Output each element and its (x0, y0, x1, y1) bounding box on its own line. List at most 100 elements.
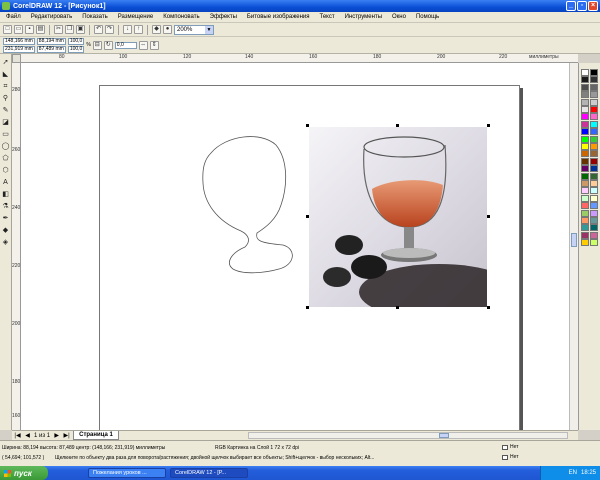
color-swatch[interactable] (581, 83, 589, 91)
color-swatch[interactable] (590, 91, 598, 99)
menu-effects[interactable]: Эффекты (206, 14, 241, 20)
color-swatch[interactable] (590, 83, 598, 91)
color-swatch[interactable] (581, 113, 589, 121)
vertical-scroll-thumb[interactable] (571, 233, 577, 247)
menu-file[interactable]: Файл (2, 14, 25, 20)
rectangle-tool-icon[interactable]: ▭ (1, 130, 10, 139)
smart-fill-tool-icon[interactable]: ◪ (1, 118, 10, 127)
color-swatch[interactable] (590, 217, 598, 224)
ruler-origin[interactable] (12, 54, 21, 63)
save-icon[interactable]: ▪ (25, 25, 34, 34)
color-swatch[interactable] (590, 239, 598, 247)
vertical-ruler[interactable]: 280 260 240 220 200 180 160 (12, 63, 21, 430)
scale-y-field[interactable]: 100,0 (67, 45, 85, 53)
minimize-button[interactable]: _ (566, 1, 576, 11)
open-folder-icon[interactable]: ▭ (14, 25, 23, 34)
polygon-tool-icon[interactable]: ⬠ (1, 154, 10, 163)
selection-handle-sw[interactable] (306, 306, 309, 309)
application-launcher-icon[interactable]: ◆ (152, 25, 161, 34)
selection-handle-w[interactable] (306, 215, 309, 218)
color-swatch[interactable] (590, 180, 598, 187)
scale-x-field[interactable]: 100,0 (67, 37, 85, 45)
lock-ratio-icon[interactable]: ⊟ (92, 40, 102, 50)
outline-tool-icon[interactable]: ✒ (1, 214, 10, 223)
corel-online-icon[interactable]: ● (163, 25, 172, 34)
color-swatch[interactable] (581, 91, 589, 99)
last-page-button[interactable]: ▶| (63, 432, 70, 439)
first-page-button[interactable]: |◀ (14, 432, 21, 439)
color-swatch[interactable] (590, 187, 598, 195)
glass-outline-shape[interactable] (202, 136, 293, 274)
color-swatch[interactable] (590, 209, 598, 217)
selection-handle-e[interactable] (487, 215, 490, 218)
color-swatch[interactable] (581, 106, 589, 113)
basic-shapes-tool-icon[interactable]: ⬡ (1, 166, 10, 175)
fill-indicator[interactable]: Нет (502, 444, 519, 450)
shape-tool-icon[interactable]: ◣ (1, 70, 10, 79)
copy-icon[interactable]: ❐ (65, 25, 74, 34)
horizontal-scrollbar[interactable] (248, 432, 568, 439)
menu-view[interactable]: Показать (78, 14, 112, 20)
color-swatch[interactable] (590, 106, 598, 113)
outline-indicator[interactable]: Нет (502, 454, 519, 460)
rotation-field[interactable]: 0,0 (114, 41, 137, 49)
language-indicator[interactable]: EN (569, 470, 577, 476)
zoom-tool-icon[interactable]: ⚲ (1, 94, 10, 103)
drawing-canvas[interactable] (21, 63, 578, 430)
selection-handle-ne[interactable] (487, 124, 490, 127)
bitmap-image[interactable] (309, 127, 487, 307)
color-swatch[interactable] (590, 165, 598, 173)
color-swatch[interactable] (590, 224, 598, 232)
mirror-horizontal-icon[interactable]: ⇔ (138, 40, 148, 50)
color-swatch[interactable] (590, 69, 598, 76)
selection-handle-nw[interactable] (306, 124, 309, 127)
ellipse-tool-icon[interactable]: ◯ (1, 142, 10, 151)
color-swatch[interactable] (581, 69, 589, 76)
color-swatch[interactable] (590, 194, 598, 202)
color-swatch[interactable] (590, 172, 598, 180)
freehand-tool-icon[interactable]: ✎ (1, 106, 10, 115)
start-button[interactable]: пуск (0, 466, 48, 480)
color-swatch[interactable] (581, 194, 589, 202)
color-swatch[interactable] (581, 143, 589, 150)
horizontal-ruler[interactable]: 80 100 120 140 160 180 200 220 миллиметр… (21, 54, 578, 63)
color-swatch[interactable] (581, 165, 589, 173)
menu-help[interactable]: Помощь (412, 14, 443, 20)
cut-icon[interactable]: ✂ (54, 25, 63, 34)
menu-tools[interactable]: Инструменты (341, 14, 386, 20)
color-swatch[interactable] (590, 120, 598, 128)
color-swatch[interactable] (590, 150, 598, 158)
color-swatch[interactable] (581, 217, 589, 224)
color-swatch[interactable] (581, 224, 589, 232)
color-swatch[interactable] (590, 128, 598, 136)
interactive-blend-tool-icon[interactable]: ◧ (1, 190, 10, 199)
undo-icon[interactable]: ↶ (94, 25, 103, 34)
paste-icon[interactable]: ▣ (76, 25, 85, 34)
color-swatch[interactable] (581, 187, 589, 195)
height-field[interactable]: 87,489 mm (36, 45, 66, 53)
horizontal-scroll-thumb[interactable] (439, 433, 449, 438)
x-position-field[interactable]: 148,166 mm (3, 37, 35, 45)
selection-handle-n[interactable] (396, 124, 399, 127)
crop-tool-icon[interactable]: ⌗ (1, 82, 10, 91)
color-swatch[interactable] (581, 180, 589, 187)
taskbar-item-coreldraw[interactable]: CorelDRAW 12 - [Р... (170, 468, 248, 478)
color-swatch[interactable] (581, 172, 589, 180)
export-icon[interactable]: ↑ (134, 25, 143, 34)
color-swatch[interactable] (581, 98, 589, 106)
y-position-field[interactable]: 231,919 mm (3, 45, 35, 53)
restore-button[interactable]: ▫ (577, 1, 587, 11)
width-field[interactable]: 88,194 mm (36, 37, 66, 45)
color-swatch[interactable] (581, 128, 589, 136)
menu-bitmaps[interactable]: Битовые изображения (243, 14, 314, 20)
color-swatch[interactable] (581, 76, 589, 84)
text-tool-icon[interactable]: A (1, 178, 10, 187)
color-swatch[interactable] (590, 113, 598, 121)
fill-tool-icon[interactable]: ◆ (1, 226, 10, 235)
menu-edit[interactable]: Редактировать (27, 14, 76, 20)
selection-handle-s[interactable] (396, 306, 399, 309)
eyedropper-tool-icon[interactable]: ⚗ (1, 202, 10, 211)
color-swatch[interactable] (590, 98, 598, 106)
close-button[interactable]: × (588, 1, 598, 11)
menu-layout[interactable]: Размещение (114, 14, 158, 20)
